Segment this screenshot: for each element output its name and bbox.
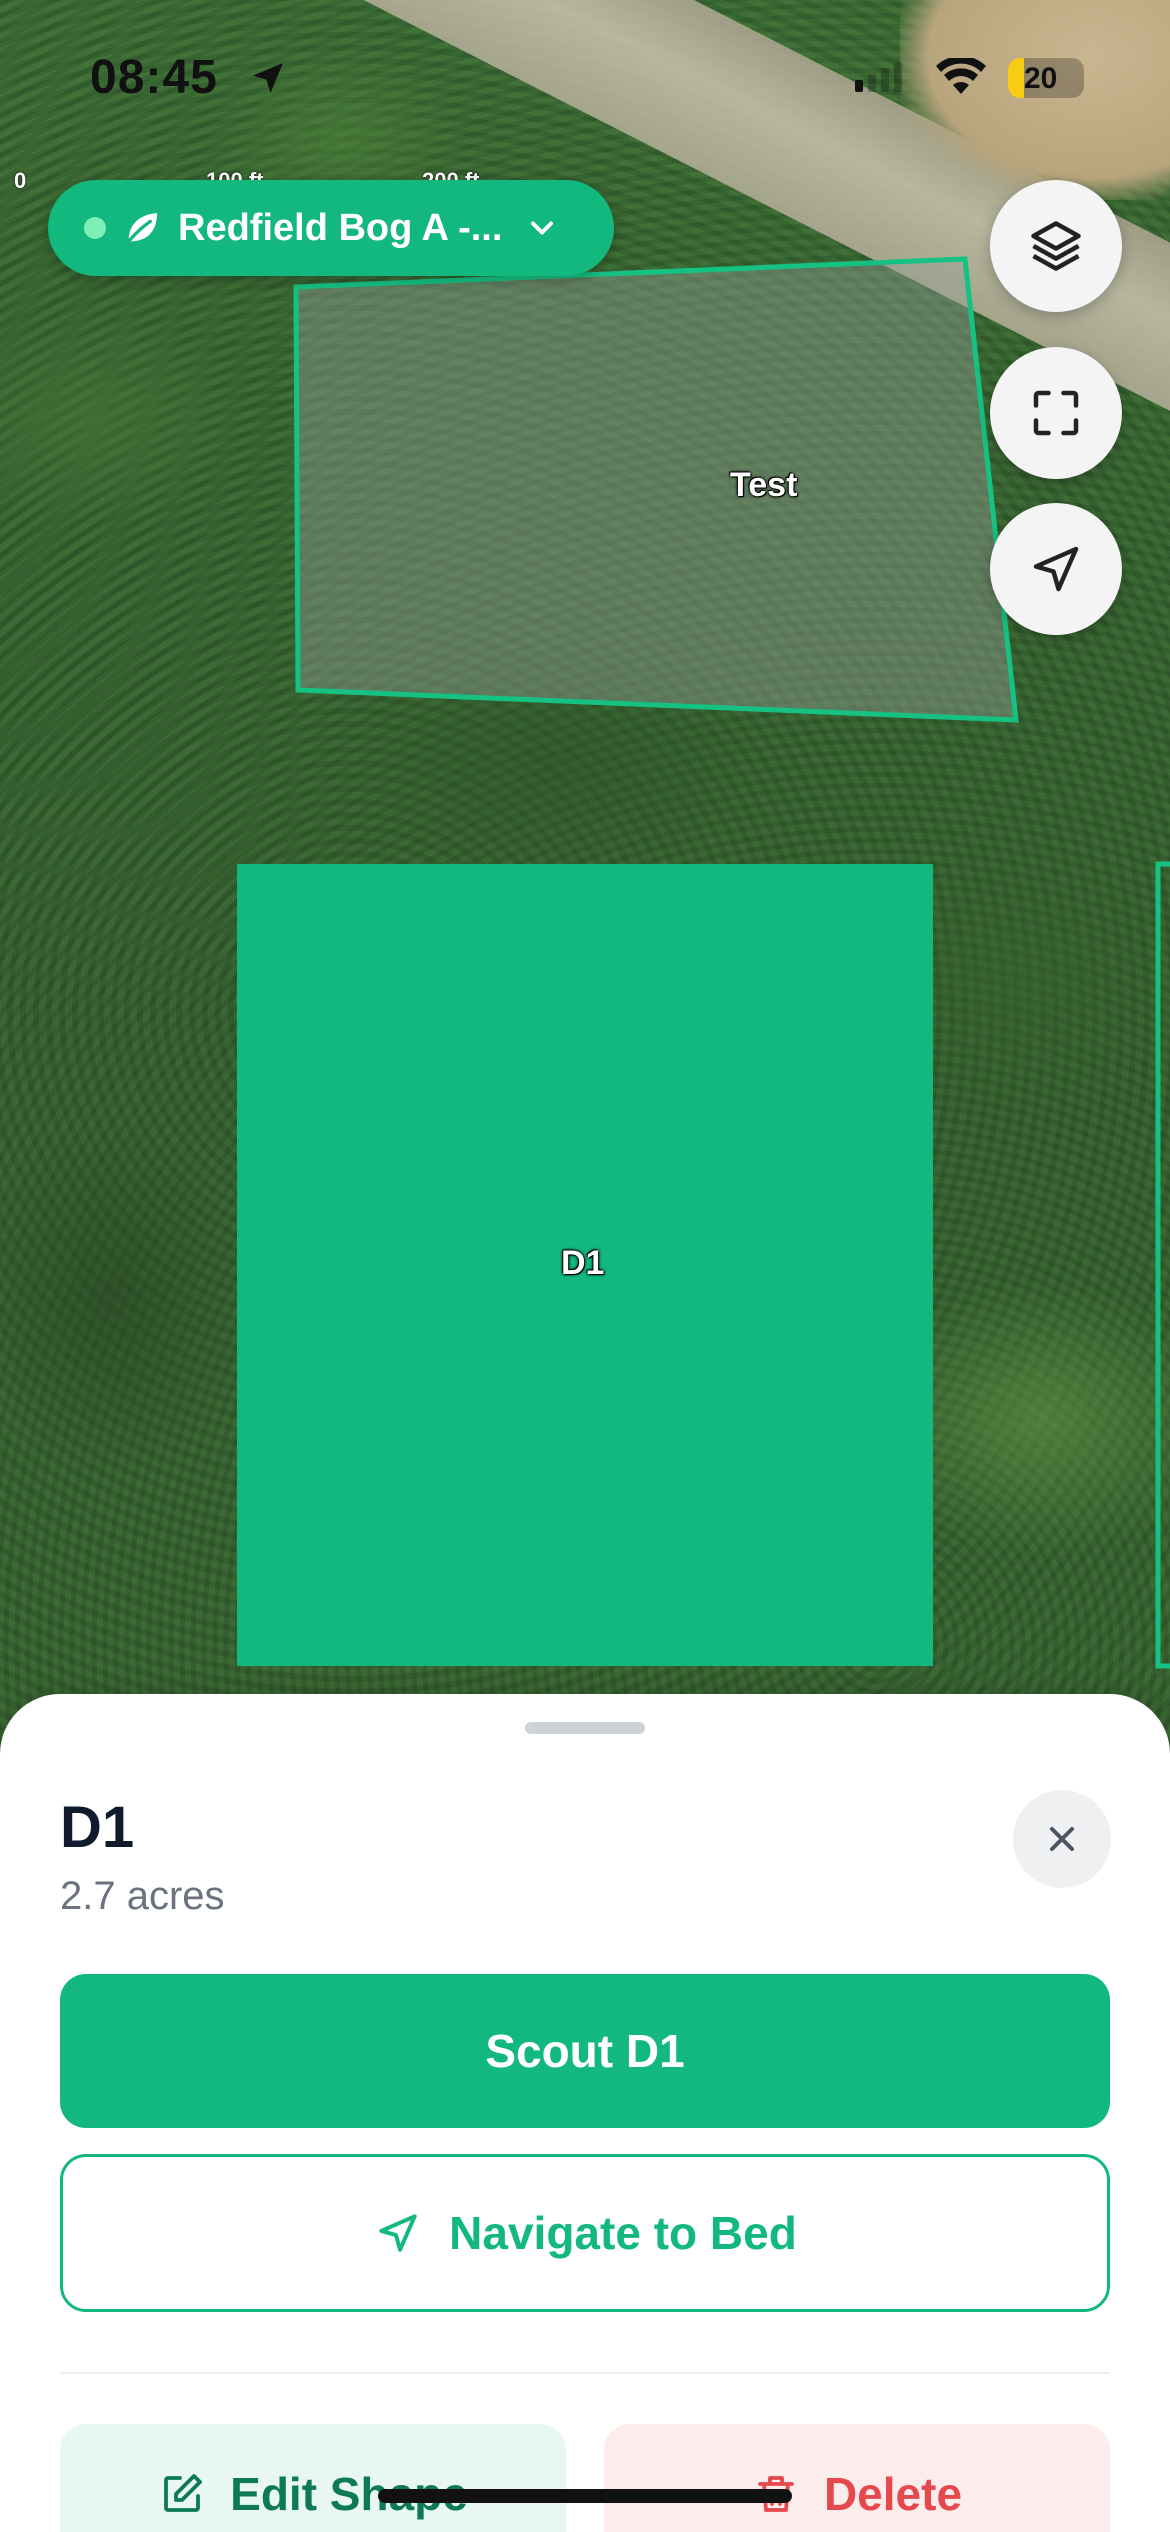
navigation-arrow-icon: [379, 2214, 417, 2252]
delete-button-label: Delete: [823, 2468, 963, 2520]
scout-button[interactable]: Scout D1: [60, 1974, 1110, 2128]
divider: [60, 2372, 1110, 2374]
status-dot: [84, 217, 106, 239]
bed-details-sheet: D1 2.7 acres Scout D1 Navigate to Bed Ed…: [0, 1694, 1170, 2532]
wifi-icon: [936, 58, 986, 94]
bed-label-d1: D1: [561, 1244, 605, 1282]
location-arrow-icon: [253, 63, 283, 93]
farm-name: Redfield Bog A -...: [178, 206, 503, 249]
scale-label-0: 0: [14, 168, 27, 193]
navigation-arrow-icon: [1033, 546, 1079, 592]
frame-corners-icon: [1033, 390, 1079, 436]
status-time: 08:45: [90, 51, 218, 104]
layers-icon: [1031, 221, 1081, 271]
fit-bounds-button[interactable]: [990, 347, 1122, 479]
layers-button[interactable]: [990, 180, 1122, 312]
leaf-icon: [126, 213, 157, 243]
close-icon: [1050, 1827, 1074, 1851]
close-button[interactable]: [1013, 1790, 1111, 1888]
bed-label-test: Test: [730, 466, 798, 504]
chevron-down-icon: [531, 221, 554, 235]
edit-icon: [164, 2474, 203, 2512]
home-indicator: [378, 2489, 792, 2503]
bed-title: D1: [60, 1795, 135, 1860]
locate-me-button[interactable]: [990, 503, 1122, 635]
edit-shape-button[interactable]: Edit Shape: [60, 2424, 566, 2532]
cellular-signal-icon: [855, 62, 902, 92]
farm-selector[interactable]: Redfield Bog A -...: [48, 180, 614, 276]
bed-shape-edge: [1155, 861, 1170, 1669]
bed-shape-test[interactable]: [293, 256, 1019, 723]
battery-level: 20: [1024, 62, 1058, 95]
bed-area: 2.7 acres: [60, 1874, 225, 1918]
sheet-grabber[interactable]: [525, 1722, 645, 1734]
navigate-button-label: Navigate to Bed: [449, 2207, 797, 2259]
navigate-to-bed-button[interactable]: Navigate to Bed: [60, 2154, 1110, 2312]
battery-icon: 20: [1008, 58, 1084, 98]
scout-button-label: Scout D1: [485, 2025, 685, 2077]
delete-button[interactable]: Delete: [604, 2424, 1110, 2532]
